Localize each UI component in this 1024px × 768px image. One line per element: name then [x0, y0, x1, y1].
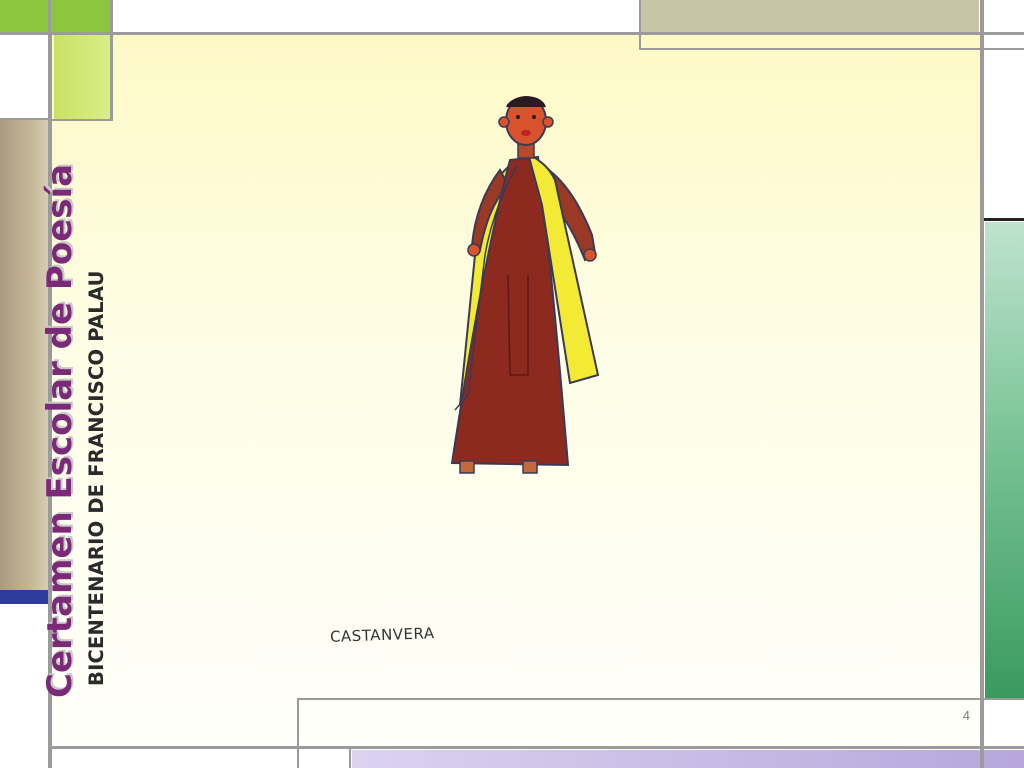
frame-line-taupe-left: [639, 0, 641, 50]
slide-number: 4: [962, 708, 970, 723]
artwork-signature: CASTANVERA: [329, 624, 435, 646]
vertical-title-block: Certamen Escolar de Poesía BICENTENARIO …: [40, 40, 150, 700]
frame-line-bottom-lav: [349, 746, 351, 768]
lime-top-block: [0, 0, 110, 32]
frame-line-bottom-box-top: [298, 698, 1024, 700]
child-drawing-figure: [450, 96, 600, 474]
frame-line-top: [0, 32, 1024, 35]
slide-subtitle: BICENTENARIO DE FRANCISCO PALAU: [85, 270, 108, 686]
frame-line-right: [980, 0, 984, 768]
taupe-top-block: [641, 0, 979, 32]
frame-line-bottom: [52, 746, 1024, 749]
green-right-bar: [985, 222, 1024, 698]
slide-title: Certamen Escolar de Poesía: [40, 163, 80, 698]
lavender-bottom-bar: [352, 750, 1024, 768]
frame-line-taupe-bottom: [639, 48, 1024, 50]
frame-line-left-top: [48, 0, 51, 32]
frame-line-bottom-box-left: [297, 698, 299, 768]
black-right-tick: [984, 218, 1024, 221]
